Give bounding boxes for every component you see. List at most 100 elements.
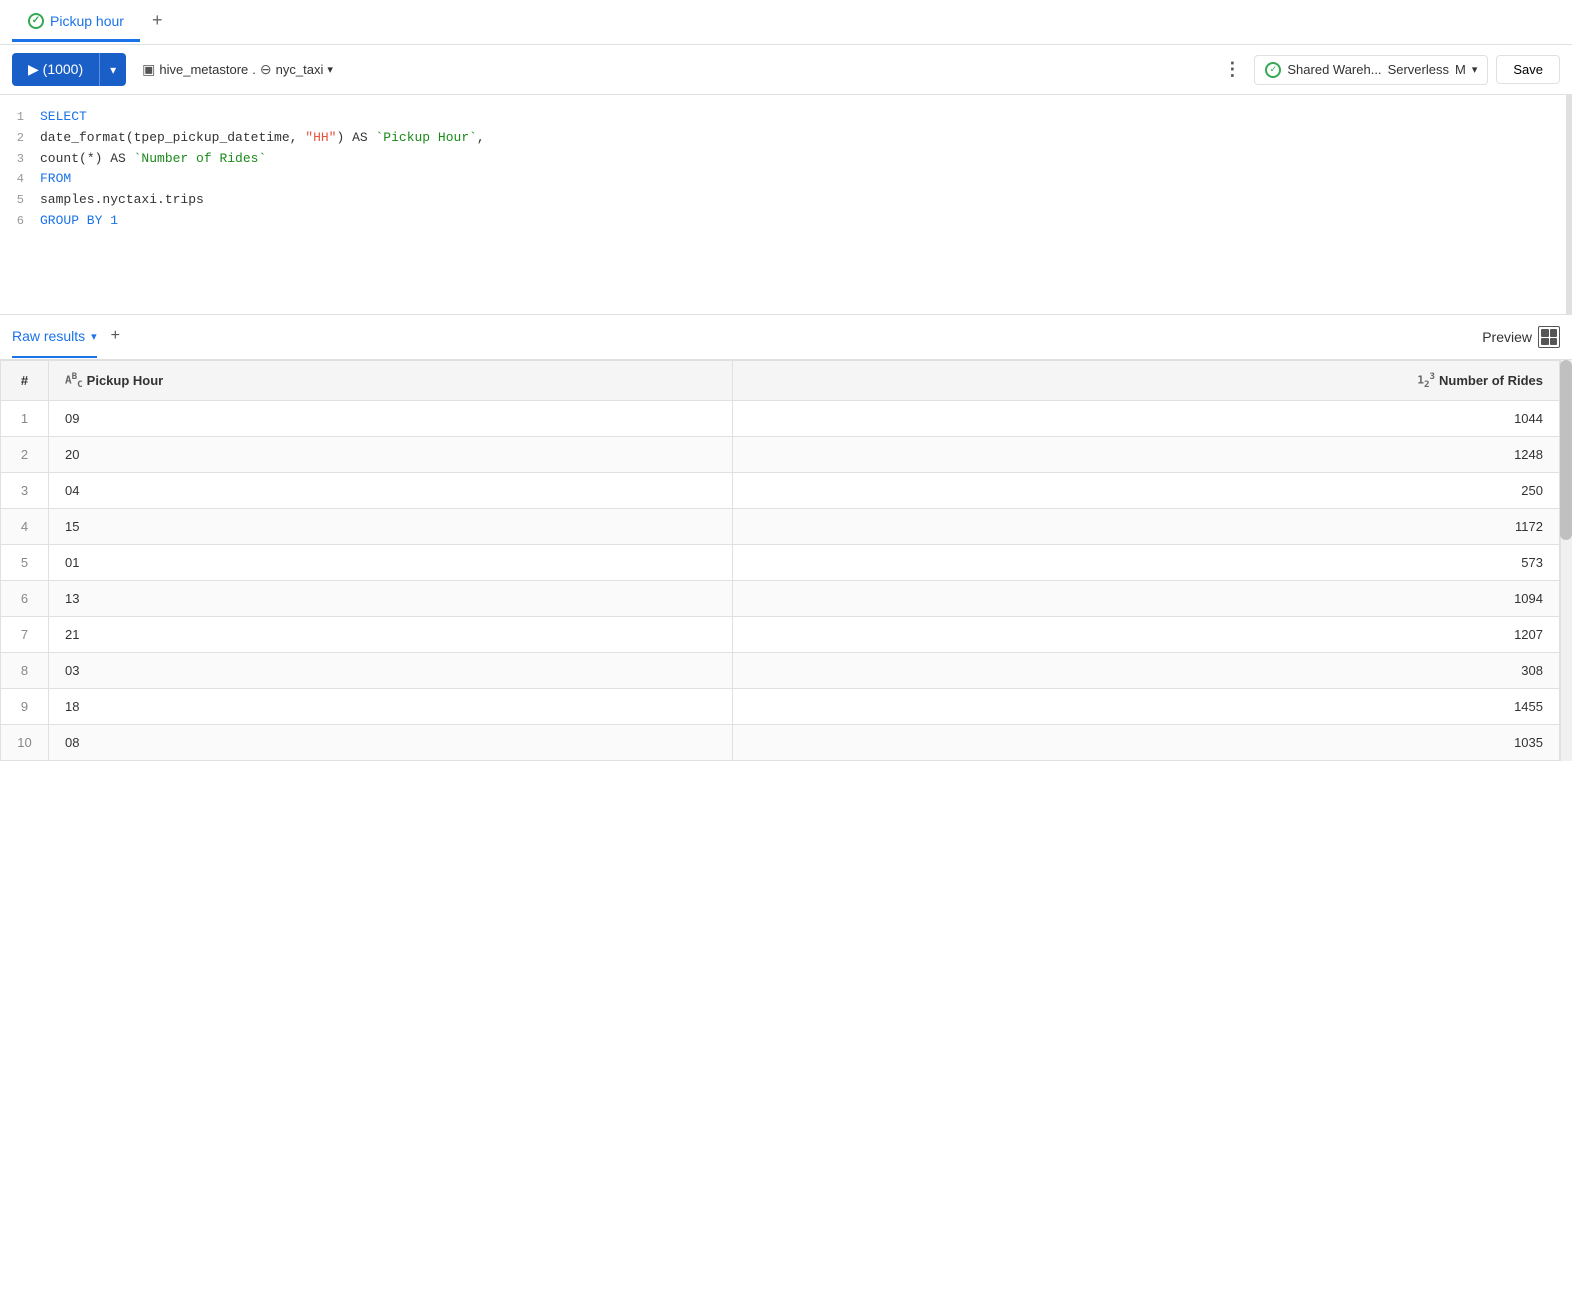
token-plain: , <box>477 130 485 145</box>
table-row: 10081035 <box>1 724 1560 760</box>
schema-icon: ⊖ <box>260 61 272 78</box>
line-number: 5 <box>0 191 40 210</box>
results-area: Raw results ▾ + Preview # <box>0 315 1572 761</box>
cell-number-of-rides: 1207 <box>732 616 1559 652</box>
warehouse-status-icon: ✓ <box>1265 62 1281 78</box>
table-row: 9181455 <box>1 688 1560 724</box>
warehouse-label: Shared Wareh... <box>1287 62 1381 77</box>
cell-number-of-rides: 1094 <box>732 580 1559 616</box>
line-number: 2 <box>0 129 40 148</box>
results-table-container: # ABC Pickup Hour 123 Number of Rides <box>0 360 1572 761</box>
col-header-rides[interactable]: 123 Number of Rides <box>732 361 1559 401</box>
cell-row-index: 7 <box>1 616 49 652</box>
results-table: # ABC Pickup Hour 123 Number of Rides <box>0 360 1560 761</box>
cell-row-index: 2 <box>1 436 49 472</box>
save-button[interactable]: Save <box>1496 55 1560 84</box>
run-arrow-icon: ▾ <box>110 63 116 77</box>
line-number: 4 <box>0 170 40 189</box>
col-header-pickup-hour[interactable]: ABC Pickup Hour <box>49 361 733 401</box>
table-row: 501573 <box>1 544 1560 580</box>
tab-pickup-hour[interactable]: ✓ Pickup hour <box>12 3 140 42</box>
line-content: SELECT <box>40 107 1556 128</box>
db-name: hive_metastore <box>159 62 248 77</box>
results-tab-label: Raw results <box>12 328 85 344</box>
cell-pickup-hour: 21 <box>49 616 733 652</box>
token-plain: ) AS <box>336 130 375 145</box>
cell-number-of-rides: 1248 <box>732 436 1559 472</box>
table-row: 803308 <box>1 652 1560 688</box>
cell-number-of-rides: 250 <box>732 472 1559 508</box>
pickup-hour-type-icon: ABC <box>65 371 83 390</box>
cell-number-of-rides: 1172 <box>732 508 1559 544</box>
table-row: 7211207 <box>1 616 1560 652</box>
token-fn: count <box>40 151 79 166</box>
run-button[interactable]: ▶ (1000) <box>12 53 99 86</box>
table-row: 304250 <box>1 472 1560 508</box>
cell-pickup-hour: 01 <box>49 544 733 580</box>
more-options-button[interactable]: ⋮ <box>1218 56 1246 84</box>
results-scrollbar-thumb[interactable] <box>1560 360 1572 540</box>
editor-line-5: 5 samples.nyctaxi.trips <box>0 190 1556 211</box>
preview-label: Preview <box>1482 329 1532 345</box>
token-plain: (*) AS <box>79 151 134 166</box>
tab-label: Pickup hour <box>50 13 124 29</box>
schema-name: nyc_taxi <box>276 62 324 77</box>
tab-check-icon: ✓ <box>28 13 44 29</box>
more-icon: ⋮ <box>1223 59 1241 80</box>
cell-row-index: 6 <box>1 580 49 616</box>
line-content: count(*) AS `Number of Rides` <box>40 149 1556 170</box>
editor-scrollbar[interactable] <box>1566 95 1572 314</box>
line-number: 1 <box>0 108 40 127</box>
results-tab-raw[interactable]: Raw results ▾ <box>12 316 97 358</box>
cell-pickup-hour: 15 <box>49 508 733 544</box>
col-pickup-hour-label: Pickup Hour <box>87 373 164 388</box>
table-header-row: # ABC Pickup Hour 123 Number of Rides <box>1 361 1560 401</box>
run-button-group: ▶ (1000) ▾ <box>12 53 126 86</box>
sql-editor[interactable]: 1SELECT2 date_format(tpep_pickup_datetim… <box>0 95 1572 315</box>
rides-type-icon: 123 <box>1417 371 1435 390</box>
line-content: samples.nyctaxi.trips <box>40 190 1556 211</box>
cell-number-of-rides: 1455 <box>732 688 1559 724</box>
db-separator: . <box>252 62 256 77</box>
results-scrollbar[interactable] <box>1560 360 1572 761</box>
cell-row-index: 10 <box>1 724 49 760</box>
cell-pickup-hour: 18 <box>49 688 733 724</box>
warehouse-type: Serverless <box>1388 62 1449 77</box>
cell-number-of-rides: 1035 <box>732 724 1559 760</box>
line-number: 6 <box>0 212 40 231</box>
warehouse-selector[interactable]: ✓ Shared Wareh... Serverless M ▾ <box>1254 55 1488 85</box>
layout-icon <box>1538 326 1560 348</box>
tab-bar: ✓ Pickup hour + <box>0 0 1572 45</box>
table-row: 6131094 <box>1 580 1560 616</box>
preview-button[interactable]: Preview <box>1482 318 1560 356</box>
cell-pickup-hour: 13 <box>49 580 733 616</box>
editor-line-6: 6GROUP BY 1 <box>0 211 1556 232</box>
cell-pickup-hour: 08 <box>49 724 733 760</box>
results-tab-bar: Raw results ▾ + Preview <box>0 315 1572 360</box>
token-backtick: `Number of Rides` <box>134 151 267 166</box>
token-num: 1 <box>110 213 118 228</box>
cell-number-of-rides: 1044 <box>732 400 1559 436</box>
results-tab-chevron-icon: ▾ <box>91 330 97 343</box>
editor-line-1: 1SELECT <box>0 107 1556 128</box>
cell-pickup-hour: 04 <box>49 472 733 508</box>
line-content: FROM <box>40 169 1556 190</box>
toolbar: ▶ (1000) ▾ ▣ hive_metastore . ⊖ nyc_taxi… <box>0 45 1572 95</box>
run-button-label: ▶ (1000) <box>28 61 83 78</box>
cell-row-index: 4 <box>1 508 49 544</box>
token-str: "HH" <box>305 130 336 145</box>
cell-pickup-hour: 20 <box>49 436 733 472</box>
run-dropdown-button[interactable]: ▾ <box>99 53 126 86</box>
database-selector[interactable]: ▣ hive_metastore . ⊖ nyc_taxi ▾ <box>134 61 341 78</box>
cell-row-index: 3 <box>1 472 49 508</box>
col-rides-label: Number of Rides <box>1439 373 1543 388</box>
results-tab-add-button[interactable]: + <box>101 315 130 359</box>
token-backtick: `Pickup Hour` <box>376 130 477 145</box>
token-plain: samples.nyctaxi.trips <box>40 192 204 207</box>
tab-add-button[interactable]: + <box>140 0 175 44</box>
cell-row-index: 1 <box>1 400 49 436</box>
cell-number-of-rides: 573 <box>732 544 1559 580</box>
cell-row-index: 5 <box>1 544 49 580</box>
cell-row-index: 8 <box>1 652 49 688</box>
warehouse-chevron-icon: ▾ <box>1472 63 1478 76</box>
